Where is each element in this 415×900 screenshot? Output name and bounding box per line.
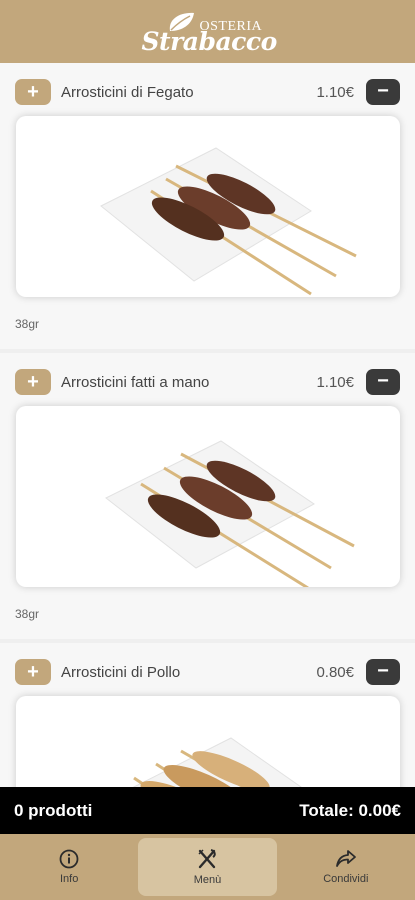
item-price: 1.10€ — [316, 83, 354, 101]
item-image-card[interactable] — [16, 406, 400, 587]
brand-script-text: Strabacco — [141, 26, 278, 56]
item-name: Arrosticini di Fegato — [61, 83, 194, 101]
menu-item: + Arrosticini di Fegato 1.10€ − 38gr — [0, 63, 415, 349]
remove-button[interactable]: − — [366, 79, 400, 105]
item-weight: 38gr — [15, 607, 40, 621]
add-button[interactable]: + — [15, 369, 51, 395]
item-name: Arrosticini di Pollo — [61, 663, 181, 681]
cart-total: Totale: 0.00€ — [299, 800, 401, 820]
menu-item-header: + Arrosticini fatti a mano 1.10€ − — [15, 369, 400, 395]
remove-button[interactable]: − — [366, 659, 400, 685]
info-icon — [59, 849, 79, 869]
menu-item: + Arrosticini fatti a mano 1.10€ − 38gr — [0, 353, 415, 639]
item-price: 1.10€ — [316, 373, 354, 391]
app-header: OSTERIA Strabacco — [0, 0, 415, 63]
cart-count: 0 prodotti — [14, 800, 93, 820]
cart-bar[interactable]: 0 prodotti Totale: 0.00€ — [0, 787, 415, 834]
menu-item-header: + Arrosticini di Fegato 1.10€ − — [15, 79, 400, 105]
item-image-card[interactable] — [16, 696, 400, 788]
item-weight: 38gr — [15, 317, 40, 331]
skewers-image — [130, 737, 304, 788]
menu-item: + Arrosticini di Pollo 0.80€ − — [0, 643, 415, 788]
nav-info[interactable]: Info — [0, 834, 138, 900]
cutlery-icon — [198, 849, 217, 869]
item-price: 0.80€ — [316, 663, 354, 681]
remove-button[interactable]: − — [366, 369, 400, 395]
add-button[interactable]: + — [15, 659, 51, 685]
skewers-image — [100, 147, 357, 296]
share-icon — [335, 850, 356, 867]
add-button[interactable]: + — [15, 79, 51, 105]
nav-menu-label: Menù — [193, 874, 222, 886]
item-image-card[interactable] — [16, 116, 400, 297]
nav-share-label: Condividi — [323, 873, 369, 885]
nav-info-label: Info — [59, 873, 79, 885]
bottom-nav: Info Menù Condividi — [0, 834, 415, 900]
menu-list[interactable]: + Arrosticini di Fegato 1.10€ − 38gr + A… — [0, 63, 415, 788]
item-name: Arrosticini fatti a mano — [61, 373, 210, 391]
nav-menu[interactable]: Menù — [138, 838, 277, 896]
skewers-image — [105, 440, 355, 587]
menu-item-header: + Arrosticini di Pollo 0.80€ − — [15, 659, 400, 685]
nav-share[interactable]: Condividi — [277, 834, 415, 900]
brand-logo: OSTERIA Strabacco — [138, 7, 278, 57]
